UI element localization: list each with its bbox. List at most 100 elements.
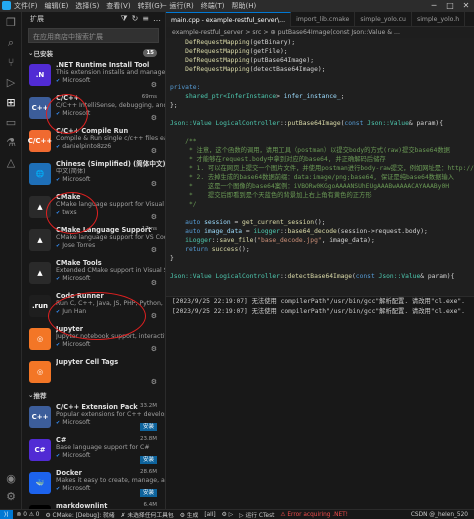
activity-bar: ❐ ⌕ ⑂ ▷ ⊞ ▭ ⚗ △ ◉ ⚙ xyxy=(0,12,22,509)
menu-item[interactable]: 查看(V) xyxy=(106,1,130,11)
installed-count-badge: 15 xyxy=(143,49,157,57)
status-item[interactable]: ⊗ 0 ⚠ 0 xyxy=(17,512,40,518)
extension-logo-icon: 🌐 xyxy=(29,163,51,185)
extension-publisher: twxs xyxy=(56,209,165,217)
more-actions-icon[interactable]: … xyxy=(153,14,161,24)
manage-gear-icon[interactable]: ⚙ xyxy=(151,180,157,188)
installed-section-header[interactable]: ⌄ 已安装 15 xyxy=(22,47,165,59)
settings-gear-icon[interactable]: ⚙ xyxy=(4,490,18,504)
extension-search-input[interactable]: 在应用商店中搜索扩展 xyxy=(28,28,159,43)
extension-description: CMake language support for Visual St... xyxy=(56,201,165,208)
status-item[interactable]: ✗ 未选择任何工具包 xyxy=(121,510,174,519)
extension-logo-icon: .N xyxy=(29,64,51,86)
recommended-label: 推荐 xyxy=(33,392,47,400)
extension-item[interactable]: C#C#Base language support for C#Microsof… xyxy=(22,434,165,467)
menu-item[interactable]: 文件(F) xyxy=(14,1,38,11)
run-debug-icon[interactable]: ▷ xyxy=(4,76,18,90)
cmake-icon[interactable]: △ xyxy=(4,156,18,170)
manage-gear-icon[interactable]: ⚙ xyxy=(151,114,157,122)
menu-item[interactable]: 编辑(E) xyxy=(45,1,69,11)
editor-tab[interactable]: simple_yolo.cu xyxy=(355,12,412,27)
maximize-icon[interactable]: □ xyxy=(442,0,458,12)
manage-gear-icon[interactable]: ⚙ xyxy=(151,312,157,320)
menu-item[interactable]: 转到(G) xyxy=(138,1,163,11)
manage-gear-icon[interactable]: ⚙ xyxy=(151,246,157,254)
extension-publisher: danielpinto8zz6 xyxy=(56,143,165,151)
explorer-icon[interactable]: ❐ xyxy=(4,16,18,30)
extension-description: C/C++ IntelliSense, debugging, and ... xyxy=(56,102,165,109)
editor-tab[interactable]: import_lib.cmake xyxy=(291,12,356,27)
manage-gear-icon[interactable]: ⚙ xyxy=(151,279,157,287)
extension-meta: 69ms xyxy=(141,94,157,100)
status-item[interactable]: ▷ 运行 CTest xyxy=(239,510,274,519)
editor-tab[interactable]: main.cpp - example-restful_server\... xyxy=(166,12,292,27)
status-item[interactable]: [all] xyxy=(204,512,215,518)
account-icon[interactable]: ◉ xyxy=(4,472,18,486)
refresh-icon[interactable]: ↻ xyxy=(132,14,139,24)
extension-description: Compile & Run single c/c++ files ea... xyxy=(56,135,165,142)
extension-item[interactable]: C/C++ C/C++ Compile Run Compile & Run sing… xyxy=(22,125,165,158)
installed-label: 已安装 xyxy=(33,50,53,58)
manage-gear-icon[interactable]: ⚙ xyxy=(151,345,157,353)
extension-item[interactable]: 🐳 Docker Makes it easy to create, manage, … xyxy=(22,467,165,500)
status-item[interactable]: ⚙ ▷ xyxy=(222,512,234,518)
extension-description: Base language support for C# xyxy=(56,444,150,451)
status-item[interactable]: ⚠ Error acquiring .NET! xyxy=(280,512,348,518)
extension-item[interactable]: ▲ CMake Language Support CMake language su… xyxy=(22,224,165,257)
status-item[interactable]: ⚙ 生成 xyxy=(180,510,199,519)
code-editor[interactable]: DefRequestMapping(getBinary); DefRequest… xyxy=(166,38,474,296)
remote-indicator-icon[interactable]: ⟩⟨ xyxy=(0,510,13,519)
nav-arrows[interactable]: ← → xyxy=(160,1,176,10)
extension-description: Makes it easy to create, manage, an... xyxy=(56,477,165,484)
extension-item[interactable]: ◎ Jupyter Cell Tags ⚙ xyxy=(22,356,165,389)
manage-gear-icon[interactable]: ⚙ xyxy=(151,378,157,386)
extension-item[interactable]: ▲ CMake CMake language support for Visual … xyxy=(22,191,165,224)
extension-item[interactable]: M↓markdownlintMarkdown linting and style… xyxy=(22,500,165,509)
menu-item[interactable]: 终端(T) xyxy=(201,1,225,11)
extensions-icon[interactable]: ⊞ xyxy=(4,96,18,110)
extension-item[interactable]: .N .NET Runtime Install Tool This extensio… xyxy=(22,59,165,92)
manage-gear-icon[interactable]: ⚙ xyxy=(151,81,157,89)
manage-gear-icon[interactable]: ⚙ xyxy=(151,213,157,221)
source-control-icon[interactable]: ⑂ xyxy=(4,56,18,70)
extension-logo-icon: .run xyxy=(29,295,51,317)
install-button[interactable]: 安装 xyxy=(139,489,157,497)
extension-description: Extended CMake support in Visual St... xyxy=(56,267,165,274)
extension-publisher: Microsoft xyxy=(56,275,165,283)
breadcrumb[interactable]: example-restful_server > src > ⊕ putBase… xyxy=(166,27,474,38)
code-line: } xyxy=(170,255,174,262)
search-icon[interactable]: ⌕ xyxy=(4,36,18,50)
manage-gear-icon[interactable]: ⚙ xyxy=(151,147,157,155)
remote-explorer-icon[interactable]: ▭ xyxy=(4,116,18,130)
extension-publisher: Jose Torres xyxy=(56,242,165,250)
minimize-icon[interactable]: ─ xyxy=(426,0,442,12)
test-icon[interactable]: ⚗ xyxy=(4,136,18,150)
status-bar: ⟩⟨ ⊗ 0 ⚠ 0 ⚙ CMake: [Debug]: 就绪 ✗ 未选择任何工具包… xyxy=(0,509,474,519)
install-button[interactable]: 安装 xyxy=(139,423,157,431)
extension-item[interactable]: C++ C/C++ Extension Pack Popular extension… xyxy=(22,401,165,434)
extension-item[interactable]: 🌐 Chinese (Simplified) (简体中文) La...中文(简体)… xyxy=(22,158,165,191)
editor-tab[interactable]: simple_yolo.h xyxy=(412,12,466,27)
title-bar: 文件(F) 编辑(E) 选择(S) 查看(V) 转到(G) 运行(R) 终端(T) 帮助(H)… xyxy=(0,0,474,12)
extension-name: Chinese (Simplified) (简体中文) La... xyxy=(56,160,165,168)
extension-item[interactable]: .run Code Runner Run C, C++, Java, JS, PHP… xyxy=(22,290,165,323)
extension-item[interactable]: ◎ Jupyter Jupyter notebook support, intera… xyxy=(22,323,165,356)
output-line: [2023/9/25 22:19:07] 无法使用 compilerPath"/… xyxy=(172,308,465,315)
code-line: Json::Value LogicalController::detectBas… xyxy=(170,273,455,280)
recommended-section-header[interactable]: ⌄ 推荐 xyxy=(22,389,165,401)
install-button[interactable]: 安装 xyxy=(139,456,157,464)
code-line: * 1. 可以在网页上提交一个图片文件，并使用postman进行body-raw… xyxy=(170,165,474,172)
extension-item[interactable]: ▲ CMake Tools Extended CMake support in Vi… xyxy=(22,257,165,290)
close-icon[interactable]: ✕ xyxy=(458,0,474,12)
filter-icon[interactable]: ⧩ xyxy=(120,14,127,24)
extension-publisher: Microsoft xyxy=(56,77,165,85)
menu-item[interactable]: 选择(S) xyxy=(75,1,99,11)
code-line: }; xyxy=(170,102,178,109)
menu-item[interactable]: 帮助(H) xyxy=(232,1,257,11)
status-item[interactable]: ⚙ CMake: [Debug]: 就绪 xyxy=(46,510,115,519)
extension-meta: 6.4M xyxy=(143,502,158,508)
clear-icon[interactable]: ≡ xyxy=(142,14,149,24)
extension-item[interactable]: C++ C/C++ C/C++ IntelliSense, debugging, a… xyxy=(22,92,165,125)
